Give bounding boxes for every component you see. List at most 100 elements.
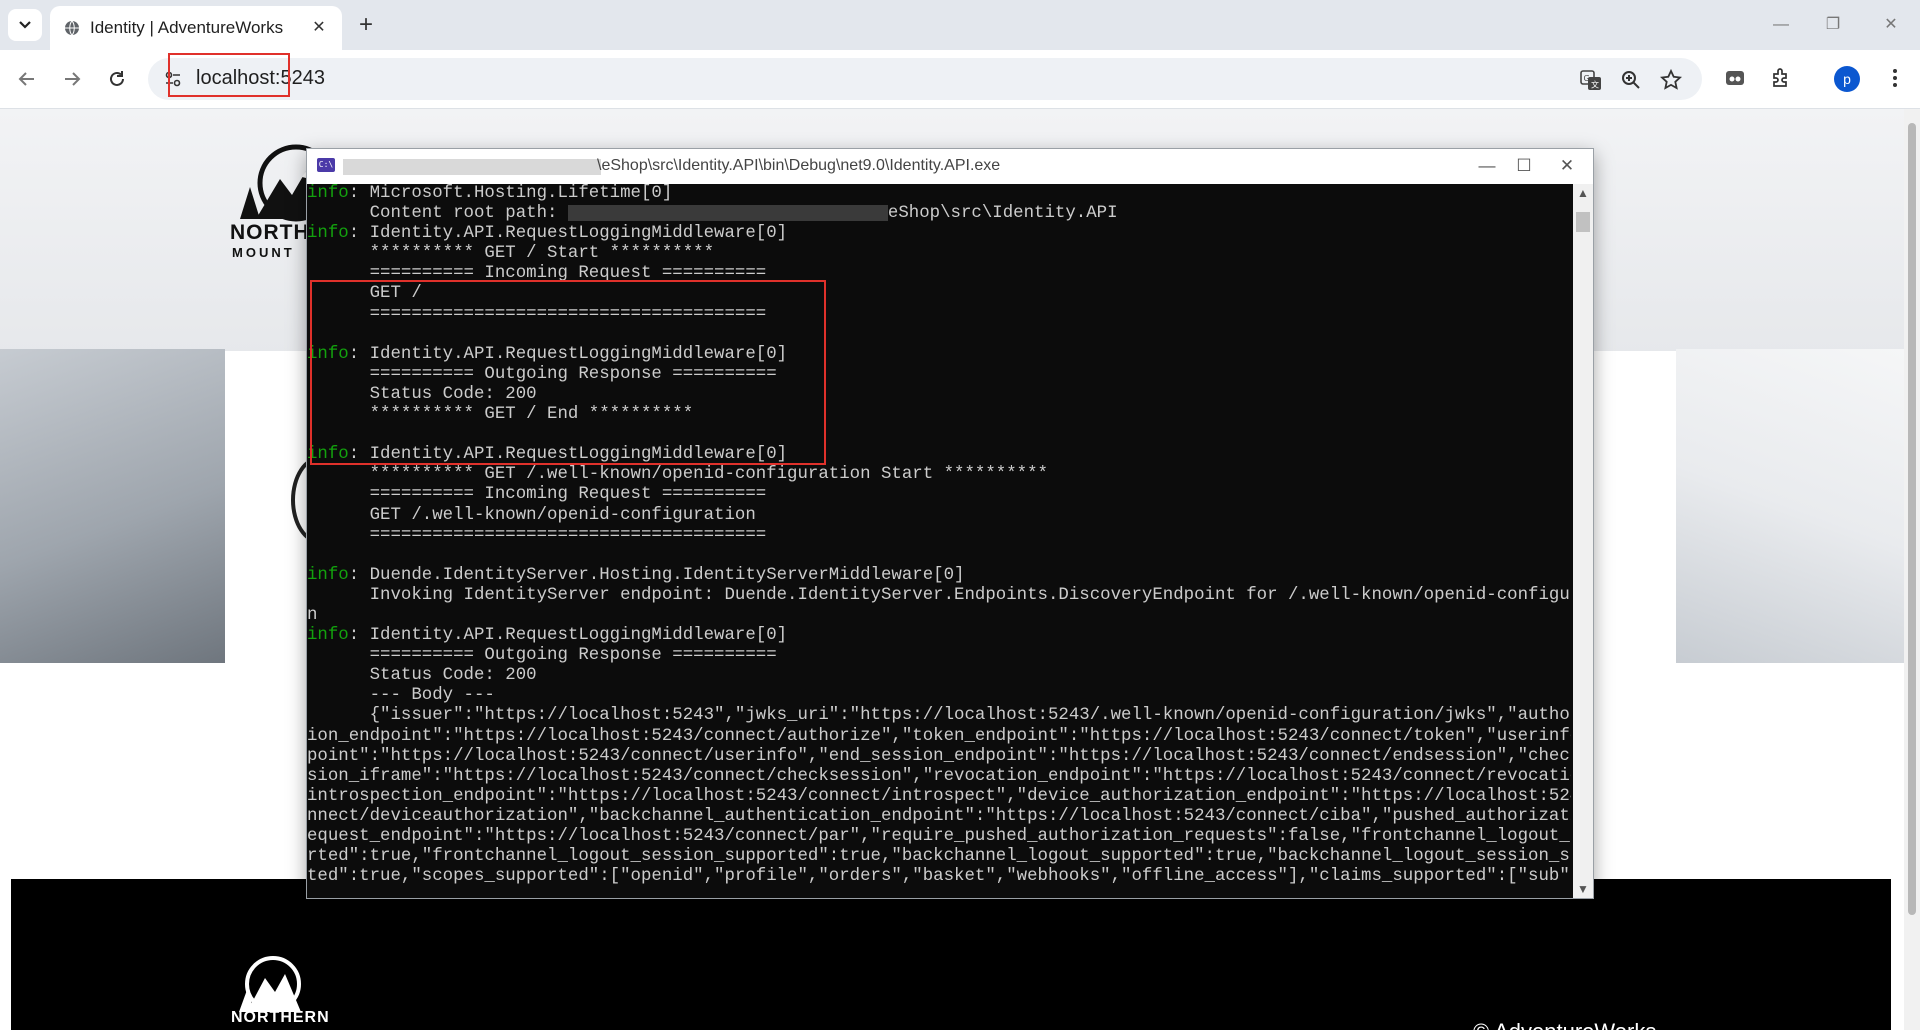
forward-button[interactable] xyxy=(55,62,89,96)
footer-brand-name: NORTHERN xyxy=(231,1009,330,1026)
console-output[interactable]: info: Microsoft.Hosting.Lifetime[0] Cont… xyxy=(307,184,1571,898)
log-text: rted":true,"frontchannel_logout_session_… xyxy=(307,847,1571,867)
redacted-path xyxy=(343,159,601,175)
tab-strip: Identity | AdventureWorks ✕ + — ❐ ✕ xyxy=(0,0,1920,50)
tab-search-button[interactable] xyxy=(8,9,42,41)
log-text: nnect/deviceauthorization","backchannel_… xyxy=(307,806,1571,826)
console-titlebar[interactable]: C:\ \eShop\src\Identity.API\bin\Debug\ne… xyxy=(307,149,1593,184)
log-text: ion_endpoint":"https://localhost:5243/co… xyxy=(307,726,1571,746)
zoom-icon[interactable] xyxy=(1618,67,1644,93)
restore-window-button[interactable]: ❐ xyxy=(1813,12,1853,38)
console-line: info: Identity.API.RequestLoggingMiddlew… xyxy=(307,345,1571,365)
log-text: GET / xyxy=(307,284,422,304)
reading-mode-icon[interactable] xyxy=(1720,63,1750,93)
console-line: Content root path: eShop\src\Identity.AP… xyxy=(307,204,1571,224)
console-maximize-button[interactable]: ☐ xyxy=(1504,153,1544,179)
page-scrollbar[interactable] xyxy=(1904,109,1920,1030)
console-line: ion_endpoint":"https://localhost:5243/co… xyxy=(307,727,1571,747)
log-level: info xyxy=(307,224,349,244)
profile-avatar[interactable]: p xyxy=(1834,66,1860,92)
console-title: \eShop\src\Identity.API\bin\Debug\net9.0… xyxy=(597,157,1001,174)
log-text: introspection_endpoint":"https://localho… xyxy=(307,786,1571,806)
extensions-icon[interactable] xyxy=(1766,63,1796,93)
log-text: {"issuer":"https://localhost:5243","jwks… xyxy=(307,706,1571,726)
console-scrollbar-thumb[interactable] xyxy=(1576,212,1590,232)
console-line: sion_iframe":"https://localhost:5243/con… xyxy=(307,767,1571,787)
log-level: info xyxy=(307,445,349,465)
console-line: ========== Incoming Request ========== xyxy=(307,264,1571,284)
close-tab-icon[interactable]: ✕ xyxy=(308,17,330,39)
console-line: introspection_endpoint":"https://localho… xyxy=(307,787,1571,807)
log-text: sion_iframe":"https://localhost:5243/con… xyxy=(307,766,1571,786)
log-text: Status Code: 200 xyxy=(307,666,537,686)
bookmark-star-icon[interactable] xyxy=(1658,67,1684,93)
tab-title: Identity | AdventureWorks xyxy=(90,18,284,37)
console-line: GET / xyxy=(307,284,1571,304)
page-scrollbar-thumb[interactable] xyxy=(1908,123,1916,915)
minimize-window-button[interactable]: — xyxy=(1761,12,1801,38)
reload-button[interactable] xyxy=(100,62,134,96)
console-line: info: Microsoft.Hosting.Lifetime[0] xyxy=(307,184,1571,204)
log-text: n xyxy=(307,605,318,625)
log-text: ====================================== xyxy=(307,304,767,324)
scroll-down-icon[interactable]: ▼ xyxy=(1573,880,1593,898)
console-line: info: Identity.API.RequestLoggingMiddlew… xyxy=(307,224,1571,244)
console-log-lines: info: Microsoft.Hosting.Lifetime[0] Cont… xyxy=(307,184,1571,887)
console-scrollbar[interactable]: ▲ ▼ xyxy=(1573,184,1593,898)
new-tab-button[interactable]: + xyxy=(352,12,380,40)
log-text: ********** GET /.well-known/openid-confi… xyxy=(307,465,1048,485)
translate-icon[interactable]: G文 xyxy=(1578,67,1604,93)
back-button[interactable] xyxy=(10,62,44,96)
log-text: Status Code: 200 xyxy=(307,384,537,404)
console-line: point":"https://localhost:5243/connect/u… xyxy=(307,747,1571,767)
console-line: ====================================== xyxy=(307,305,1571,325)
log-text: --- Body --- xyxy=(307,686,495,706)
log-text: point":"https://localhost:5243/connect/u… xyxy=(307,746,1571,766)
console-line: ========== Outgoing Response ========== xyxy=(307,646,1571,666)
log-text: ted":true,"scopes_supported":["openid","… xyxy=(307,867,1571,887)
console-line: ====================================== xyxy=(307,526,1571,546)
reload-icon xyxy=(110,71,124,86)
console-line: ted":true,"scopes_supported":["openid","… xyxy=(307,867,1571,887)
console-line: ========== Outgoing Response ========== xyxy=(307,365,1571,385)
svg-text:文: 文 xyxy=(1591,80,1599,90)
more-menu-icon[interactable] xyxy=(1880,63,1910,93)
console-app-icon: C:\ xyxy=(317,158,335,172)
console-line: {"issuer":"https://localhost:5243","jwks… xyxy=(307,706,1571,726)
console-line: ********** GET / Start ********** xyxy=(307,244,1571,264)
address-bar[interactable]: localhost:5243 G文 xyxy=(148,53,1702,100)
console-minimize-button[interactable]: — xyxy=(1467,153,1507,179)
close-window-button[interactable]: ✕ xyxy=(1871,12,1911,38)
log-text: : Identity.API.RequestLoggingMiddleware[… xyxy=(348,445,788,465)
log-text: : Identity.API.RequestLoggingMiddleware[… xyxy=(348,626,788,646)
mountain-image-left xyxy=(0,349,225,663)
console-line: ********** GET / End ********** xyxy=(307,405,1571,425)
console-line: nnect/deviceauthorization","backchannel_… xyxy=(307,807,1571,827)
console-window[interactable]: C:\ \eShop\src\Identity.API\bin\Debug\ne… xyxy=(306,148,1594,899)
console-line: GET /.well-known/openid-configuration xyxy=(307,506,1571,526)
browser-tab[interactable]: Identity | AdventureWorks ✕ xyxy=(50,6,342,50)
log-text: ====================================== xyxy=(307,525,767,545)
log-level: info xyxy=(307,626,349,646)
log-text: ========== Incoming Request ========== xyxy=(307,264,767,284)
console-line: Invoking IdentityServer endpoint: Duende… xyxy=(307,586,1571,606)
log-text: : Identity.API.RequestLoggingMiddleware[… xyxy=(348,344,788,364)
arrow-right-icon xyxy=(65,72,81,86)
log-text: ========== Incoming Request ========== xyxy=(307,485,767,505)
log-text: Content root path: xyxy=(307,204,568,224)
scroll-up-icon[interactable]: ▲ xyxy=(1573,184,1593,202)
url-highlight-box xyxy=(168,53,290,97)
log-text: ========== Outgoing Response ========== xyxy=(307,646,777,666)
brand-tagline-top: MOUNT xyxy=(232,245,295,260)
log-text: : Identity.API.RequestLoggingMiddleware[… xyxy=(348,224,788,244)
console-line: info: Identity.API.RequestLoggingMiddlew… xyxy=(307,626,1571,646)
console-close-button[interactable]: ✕ xyxy=(1547,153,1587,179)
arrow-left-icon xyxy=(18,72,34,86)
log-level: info xyxy=(307,184,349,203)
browser-toolbar: localhost:5243 G文 p xyxy=(0,50,1920,109)
log-text: equest_endpoint":"https://localhost:5243… xyxy=(307,827,1571,846)
console-line: ********** GET /.well-known/openid-confi… xyxy=(307,465,1571,485)
log-text: ********** GET / Start ********** xyxy=(307,244,715,264)
